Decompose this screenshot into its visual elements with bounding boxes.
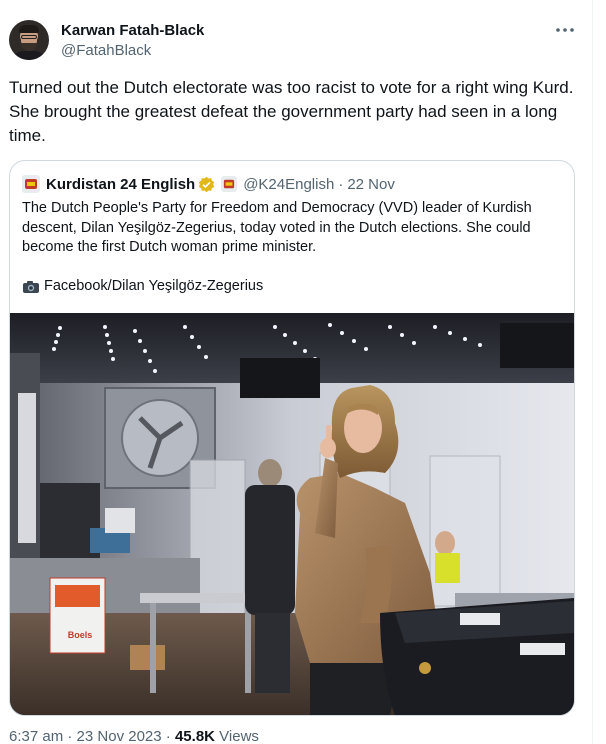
- photo-sign-text: Boels: [68, 630, 93, 640]
- avatar-beard: [21, 43, 37, 51]
- tweet-article[interactable]: Karwan Fatah-Black @FatahBlack Turned ou…: [0, 0, 592, 744]
- quote-avatar-logo[interactable]: [22, 175, 40, 193]
- views-label: Views: [219, 728, 259, 744]
- tweet-date[interactable]: 23 Nov 2023: [77, 728, 162, 744]
- views-count[interactable]: 45.8K: [175, 728, 215, 744]
- timeline-border: [592, 0, 593, 744]
- avatar-glasses: [21, 35, 37, 39]
- more-horizontal-icon[interactable]: [555, 20, 575, 38]
- author-name[interactable]: Karwan Fatah-Black: [61, 22, 204, 39]
- tweet-time[interactable]: 6:37 am: [9, 728, 63, 744]
- meta-separator-2: ·: [165, 728, 171, 744]
- avatar-hair: [19, 25, 39, 33]
- tweet-text: Turned out the Dutch electorate was too …: [9, 78, 574, 145]
- meta-separator-1: ·: [67, 728, 73, 744]
- quote-handle[interactable]: @K24English: [243, 176, 334, 193]
- avatar-shirt: [13, 51, 45, 60]
- tweet-meta: 6:37 am · 23 Nov 2023 · 45.8K Views: [9, 728, 259, 744]
- author-handle[interactable]: @FatahBlack: [61, 42, 151, 59]
- quote-date[interactable]: 22 Nov: [347, 176, 395, 193]
- quote-text: The Dutch People's Party for Freedom and…: [22, 200, 532, 255]
- verified-gold-badge-icon[interactable]: [198, 176, 215, 193]
- quote-affiliate-logo[interactable]: [221, 176, 238, 192]
- quote-photo[interactable]: Boels: [10, 313, 574, 715]
- quote-separator: ·: [338, 175, 344, 193]
- quote-author-name[interactable]: Kurdistan 24 English: [46, 176, 195, 193]
- quote-photo-credit: Facebook/Dilan Yeşilgöz-Zegerius: [22, 277, 263, 296]
- voting-booth-photo: Boels: [10, 313, 574, 715]
- photo-credit-text: Facebook/Dilan Yeşilgöz-Zegerius: [44, 278, 264, 294]
- quote-header: Kurdistan 24 English @K24English · 22 No…: [22, 174, 395, 194]
- camera-icon: [22, 280, 40, 294]
- author-avatar[interactable]: [9, 20, 49, 60]
- quoted-tweet[interactable]: Kurdistan 24 English @K24English · 22 No…: [9, 160, 575, 716]
